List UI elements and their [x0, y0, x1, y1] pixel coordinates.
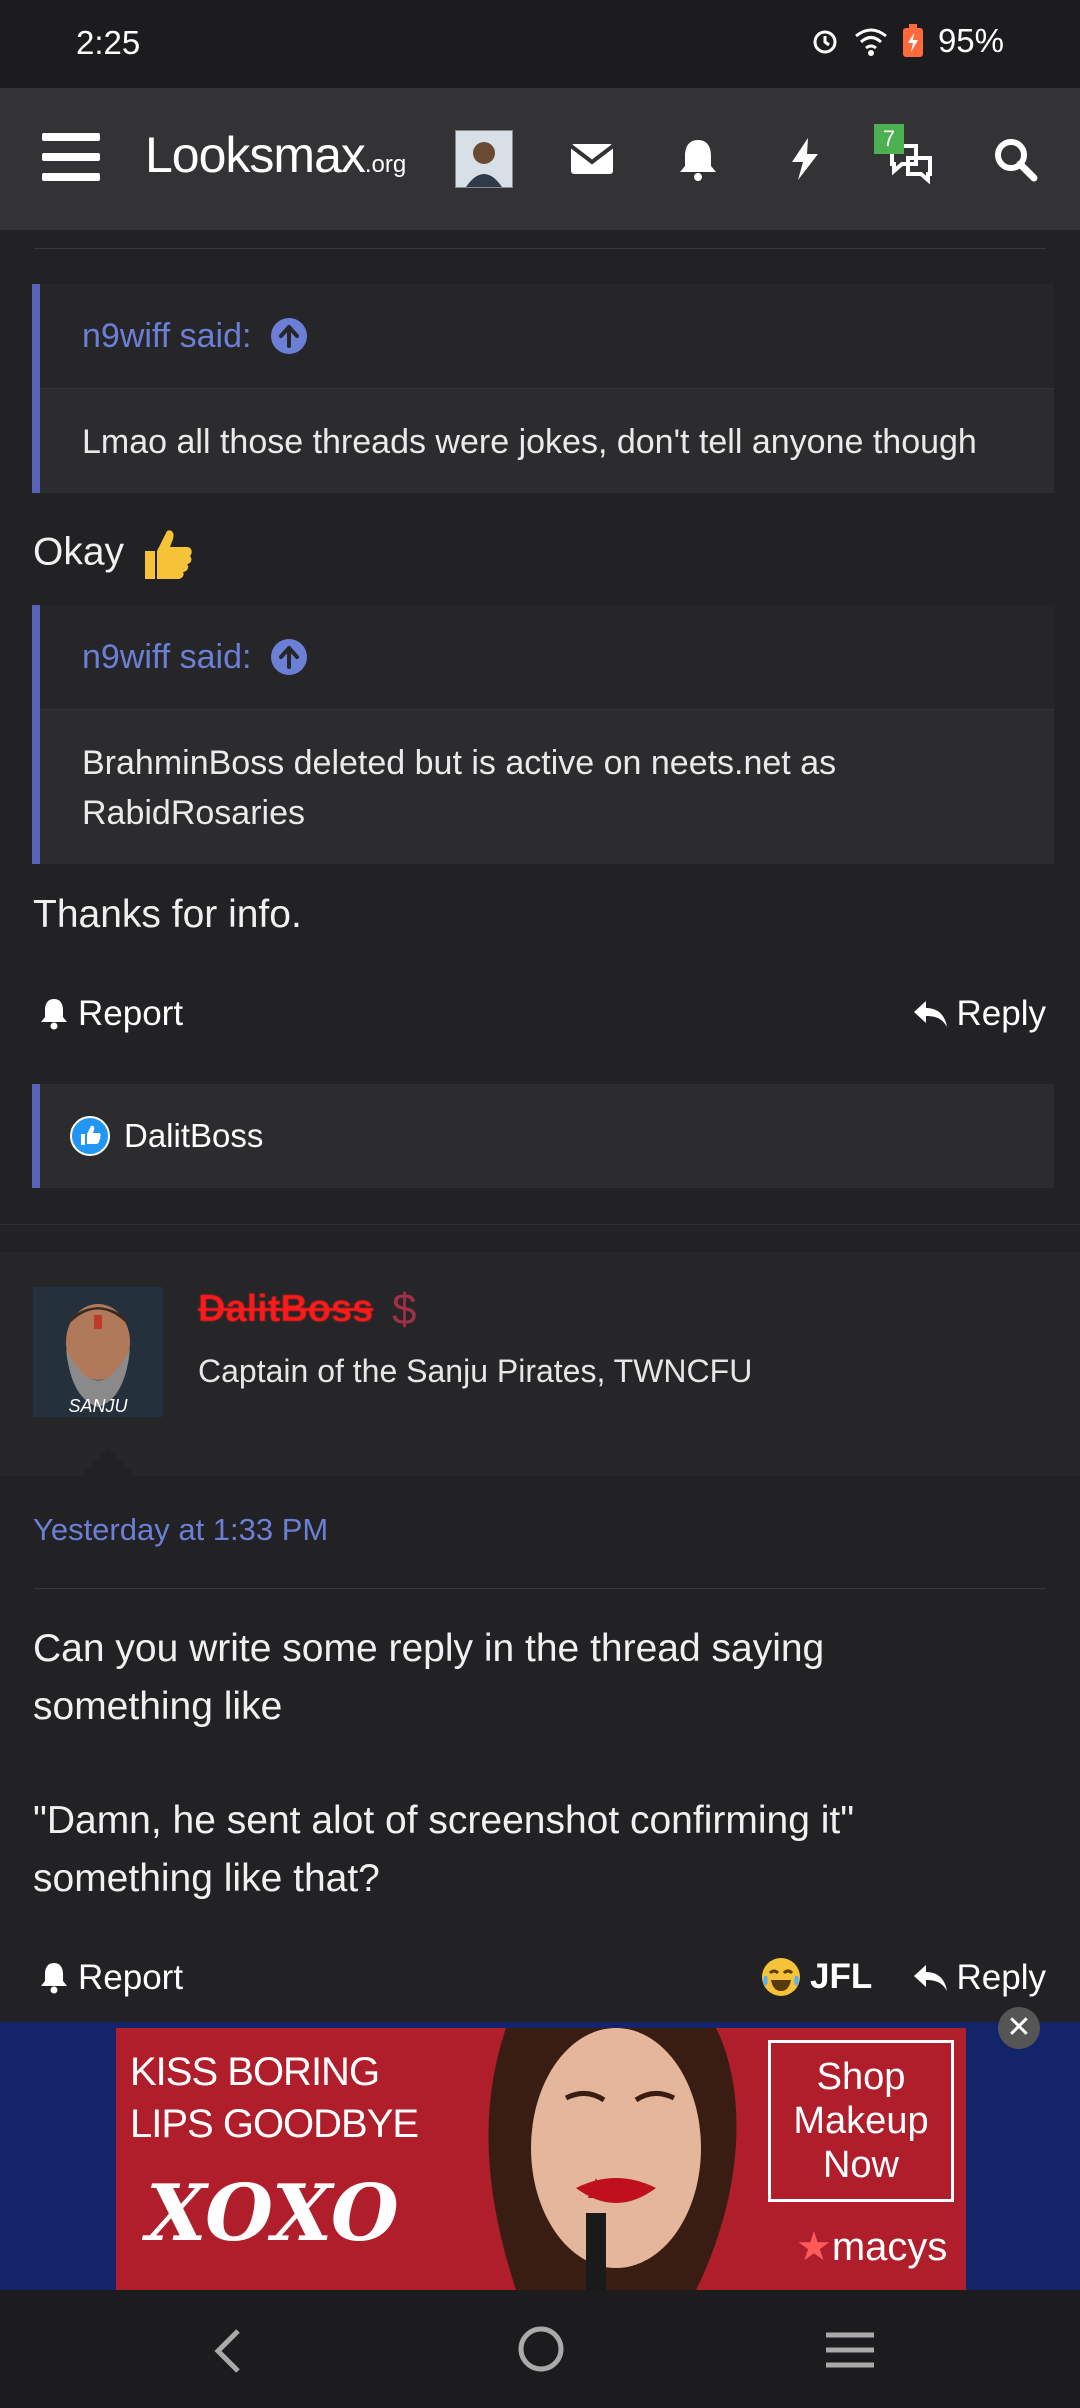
bell-icon[interactable]	[671, 132, 725, 186]
quote-header[interactable]: n9wiff said:	[40, 284, 1054, 389]
ad-store-logo: ★macys	[796, 2225, 948, 2269]
pointer-arrow	[80, 1448, 136, 1476]
arrow-up-icon[interactable]	[271, 639, 308, 675]
inbox-icon[interactable]	[565, 132, 619, 186]
reply-button[interactable]: Reply	[911, 1958, 1046, 1998]
logo-suffix: .org	[364, 151, 407, 178]
ad-headline: KISS BORING LIPS GOODBYE	[130, 2046, 419, 2150]
app-header: Looksmax.org 7	[0, 88, 1080, 230]
reactions-bar[interactable]: DalitBoss	[32, 1084, 1054, 1188]
quote-header[interactable]: n9wiff said:	[40, 605, 1054, 710]
report-label: Report	[78, 994, 184, 1033]
home-icon[interactable]	[516, 2324, 566, 2374]
crying-laughing-icon	[762, 1958, 800, 1996]
user-title: Captain of the Sanju Pirates, TWNCFU	[198, 1353, 753, 1389]
quote-author: n9wiff said:	[82, 316, 252, 355]
quote-text: Lmao all those threads were jokes, don't…	[82, 423, 977, 461]
back-icon[interactable]	[208, 2326, 248, 2376]
dollar-icon: $	[392, 1285, 417, 1334]
quote-block: n9wiff said: Lmao all those threads were…	[32, 284, 1054, 493]
ad-line: LIPS GOODBYE	[130, 2102, 419, 2146]
menu-icon[interactable]	[42, 133, 100, 183]
reply-icon	[913, 1965, 947, 1991]
quote-author: n9wiff said:	[82, 637, 252, 676]
site-logo[interactable]: Looksmax.org	[145, 126, 406, 184]
post-line: something like that?	[33, 1857, 380, 1900]
ad-brand: XOXO	[146, 2168, 399, 2259]
ad-line: KISS BORING	[130, 2050, 380, 2094]
reply-button[interactable]: Reply	[911, 994, 1046, 1034]
reaction-user[interactable]: DalitBoss	[124, 1117, 263, 1155]
like-icon	[70, 1116, 110, 1156]
reply-icon	[913, 1001, 947, 1027]
message-text: Thanks for info.	[33, 893, 302, 936]
status-time: 2:25	[76, 24, 141, 61]
search-icon[interactable]	[988, 132, 1042, 186]
logo-text: Looksmax	[145, 127, 366, 183]
post-line: Can you write some reply in the thread s…	[33, 1627, 825, 1670]
divider	[34, 248, 1046, 249]
account-avatar[interactable]	[455, 130, 513, 188]
ad-model-image	[488, 2028, 737, 2290]
system-nav-bar	[0, 2290, 1080, 2408]
conversations-badge: 7	[874, 124, 904, 154]
bell-icon	[41, 999, 67, 1030]
reply-label: Reply	[956, 1958, 1046, 1997]
close-icon[interactable]: ✕	[998, 2007, 1040, 2049]
ad-creative[interactable]: KISS BORING LIPS GOODBYE XOXO Shop Makeu…	[116, 2028, 966, 2290]
bell-icon	[41, 1963, 67, 1994]
battery-icon	[902, 24, 923, 57]
message-text: Okay	[33, 523, 197, 585]
post-line: "Damn, he sent alot of screenshot confir…	[33, 1799, 855, 1842]
arrow-up-icon[interactable]	[271, 318, 308, 354]
post-body: Can you write some reply in the thread s…	[33, 1620, 854, 1908]
quote-text: BrahminBoss deleted but is active on nee…	[82, 744, 837, 832]
ad-cta-button[interactable]: Shop Makeup Now	[768, 2040, 954, 2202]
lightning-icon[interactable]	[778, 132, 832, 186]
divider	[34, 1588, 1046, 1589]
status-bar: 2:25 95%	[0, 0, 1080, 88]
wifi-icon	[855, 28, 887, 56]
react-button[interactable]: JFL	[760, 1956, 872, 1998]
post-divider	[0, 1224, 1080, 1225]
thumbs-up-icon	[144, 530, 192, 579]
ad-banner[interactable]: KISS BORING LIPS GOODBYE XOXO Shop Makeu…	[0, 2022, 1080, 2290]
recents-icon[interactable]	[824, 2330, 876, 2370]
ad-store-name: macys	[831, 2225, 948, 2269]
reply-label: Reply	[956, 994, 1046, 1033]
report-button[interactable]: Report	[38, 994, 183, 1034]
user-avatar[interactable]: SANJU	[33, 1287, 163, 1417]
react-label: JFL	[810, 1957, 873, 1996]
quote-block: n9wiff said: BrahminBoss deleted but is …	[32, 605, 1054, 864]
avatar-caption: SANJU	[68, 1396, 128, 1416]
post-date[interactable]: Yesterday at 1:33 PM	[33, 1512, 328, 1548]
report-button[interactable]: Report	[38, 1958, 183, 1998]
alarm-icon	[813, 30, 837, 54]
post-line: something like	[33, 1685, 283, 1728]
username[interactable]: DalitBoss	[198, 1288, 373, 1331]
report-label: Report	[78, 1958, 184, 1997]
status-icons: 95%	[810, 22, 1004, 60]
battery-percent: 95%	[937, 22, 1004, 59]
reply-text: Okay	[33, 530, 125, 574]
